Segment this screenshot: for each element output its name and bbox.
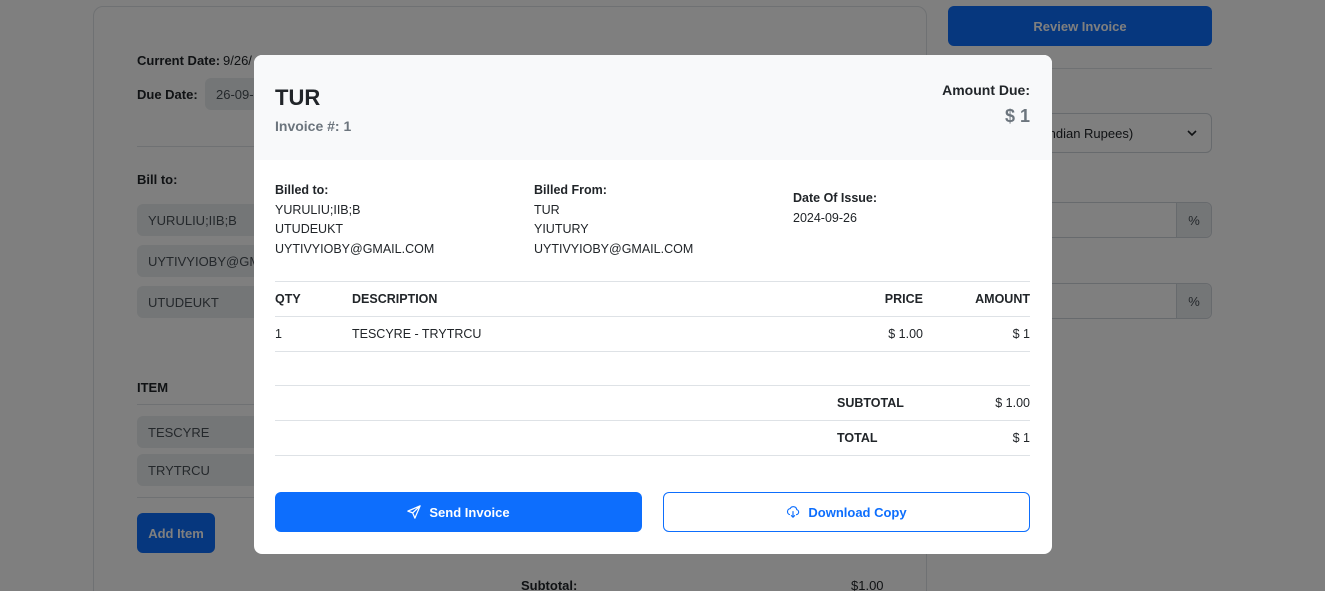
date-of-issue-value: 2024-09-26 xyxy=(793,210,857,225)
item-price: $ 1.00 xyxy=(803,316,923,352)
modal-header: TUR Invoice #: 1 Amount Due: $ 1 xyxy=(254,55,1052,160)
subtotal-label: SUBTOTAL xyxy=(837,385,964,421)
total-value: $ 1 xyxy=(964,420,1030,456)
qty-column-header: QTY xyxy=(275,281,352,317)
billed-to-section: Billed to: YURULIU;IIB;B UTUDEUKT UYTIVY… xyxy=(275,181,434,259)
billed-from-name: TUR xyxy=(534,202,560,217)
billed-from-section: Billed From: TUR YIUTURY UYTIVYIOBY@GMAI… xyxy=(534,181,693,259)
invoice-title: TUR xyxy=(275,85,321,110)
invoice-number: Invoice #: 1 xyxy=(275,118,352,134)
total-row: TOTAL $ 1 xyxy=(275,420,1030,456)
billed-from-email: UYTIVYIOBY@GMAIL.COM xyxy=(534,241,694,256)
send-invoice-button[interactable]: Send Invoice xyxy=(275,492,642,532)
invoice-totals-table: SUBTOTAL $ 1.00 TOTAL $ 1 xyxy=(275,385,1030,456)
billed-from-label: Billed From: xyxy=(534,183,607,197)
download-copy-label: Download Copy xyxy=(808,504,907,520)
billed-to-email: UYTIVYIOBY@GMAIL.COM xyxy=(275,241,435,256)
billed-from-address: YIUTURY xyxy=(534,222,589,236)
table-header-row: QTY DESCRIPTION PRICE AMOUNT xyxy=(275,281,1030,317)
table-row: 1 TESCYRE - TRYTRCU $ 1.00 $ 1 xyxy=(275,316,1030,352)
date-of-issue-section: Date Of Issue: 2024-09-26 xyxy=(793,189,877,228)
subtotal-value: $ 1.00 xyxy=(964,385,1030,421)
amount-due-label: Amount Due: xyxy=(942,82,1030,98)
send-invoice-label: Send Invoice xyxy=(429,504,510,520)
item-amount: $ 1 xyxy=(923,316,1030,352)
item-qty: 1 xyxy=(275,316,352,352)
download-copy-button[interactable]: Download Copy xyxy=(663,492,1030,532)
amount-column-header: AMOUNT xyxy=(923,281,1030,317)
cloud-download-icon xyxy=(786,505,800,519)
amount-due-value: $ 1 xyxy=(1004,106,1030,126)
invoice-preview-modal: TUR Invoice #: 1 Amount Due: $ 1 Billed … xyxy=(254,55,1052,554)
invoice-items-table: QTY DESCRIPTION PRICE AMOUNT 1 TESCYRE -… xyxy=(275,281,1030,352)
billed-to-label: Billed to: xyxy=(275,183,329,197)
subtotal-row: SUBTOTAL $ 1.00 xyxy=(275,385,1030,421)
description-column-header: DESCRIPTION xyxy=(352,281,803,317)
price-column-header: PRICE xyxy=(803,281,923,317)
billed-to-address: UTUDEUKT xyxy=(275,222,344,236)
item-description: TESCYRE - TRYTRCU xyxy=(352,316,803,352)
billed-to-name: YURULIU;IIB;B xyxy=(275,202,361,217)
total-label: TOTAL xyxy=(837,420,964,456)
date-of-issue-label: Date Of Issue: xyxy=(793,191,878,205)
send-icon xyxy=(407,505,422,519)
